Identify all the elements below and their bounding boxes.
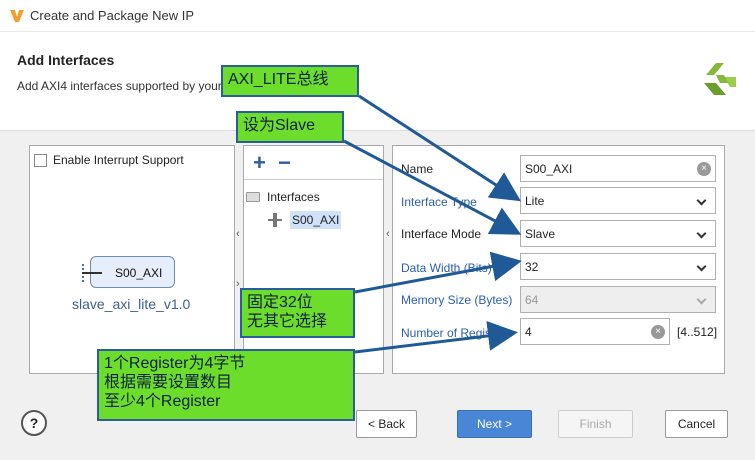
arrow-2	[343, 139, 522, 235]
next-button[interactable]: Next >	[457, 410, 532, 438]
arrow-1	[358, 94, 522, 202]
annotation-width: 固定32位 无其它选择	[240, 288, 355, 338]
arrow-4	[354, 320, 518, 354]
cancel-button[interactable]: Cancel	[665, 410, 728, 438]
back-button[interactable]: < Back	[356, 410, 417, 438]
annotation-registers: 1个Register为4字节 根据需要设置数目 至少4个Register	[97, 349, 355, 421]
finish-button: Finish	[558, 410, 633, 438]
annotation-axi-lite: AXI_LITE总线	[221, 65, 359, 97]
help-button[interactable]: ?	[21, 410, 47, 436]
arrow-3	[354, 251, 522, 294]
annotation-slave: 设为Slave	[236, 111, 344, 143]
